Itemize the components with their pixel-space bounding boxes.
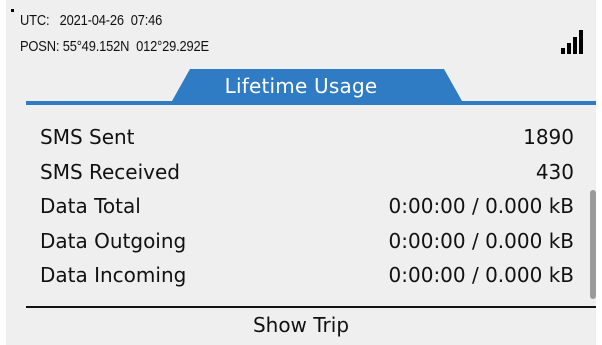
footer-divider <box>26 306 596 308</box>
list-item-sms-received: SMS Received 430 <box>40 155 574 190</box>
list-item-data-incoming: Data Incoming 0:00:00 / 0.000 kB <box>40 258 574 293</box>
row-label: Data Outgoing <box>40 228 187 253</box>
gps-position: POSN: 55°49.152N 012°29.292E <box>20 38 209 55</box>
show-trip-button[interactable]: Show Trip <box>6 313 596 337</box>
list-item-data-total: Data Total 0:00:00 / 0.000 kB <box>40 189 574 224</box>
row-value: 430 <box>535 159 574 184</box>
utc-time: UTC: 2021-04-26 07:46 <box>20 12 163 29</box>
list-item-sms-sent: SMS Sent 1890 <box>40 120 574 155</box>
row-label: Data Incoming <box>40 263 187 288</box>
usage-list: SMS Sent 1890 SMS Received 430 Data Tota… <box>40 120 574 293</box>
row-value: 0:00:00 / 0.000 kB <box>388 263 574 288</box>
tab-underline <box>26 101 596 105</box>
tab-title: Lifetime Usage <box>224 74 378 98</box>
row-label: Data Total <box>40 194 141 219</box>
scrollbar[interactable] <box>590 190 596 299</box>
row-value: 1890 <box>523 125 574 150</box>
list-item-data-outgoing: Data Outgoing 0:00:00 / 0.000 kB <box>40 224 574 259</box>
signal-strength-icon <box>561 30 585 54</box>
row-value: 0:00:00 / 0.000 kB <box>388 228 574 253</box>
lifetime-usage-screen: UTC: 2021-04-26 07:46 POSN: 55°49.152N 0… <box>6 0 596 345</box>
row-value: 0:00:00 / 0.000 kB <box>388 194 574 219</box>
status-indicator-dot <box>11 9 14 12</box>
row-label: SMS Received <box>40 159 180 184</box>
row-label: SMS Sent <box>40 125 135 150</box>
